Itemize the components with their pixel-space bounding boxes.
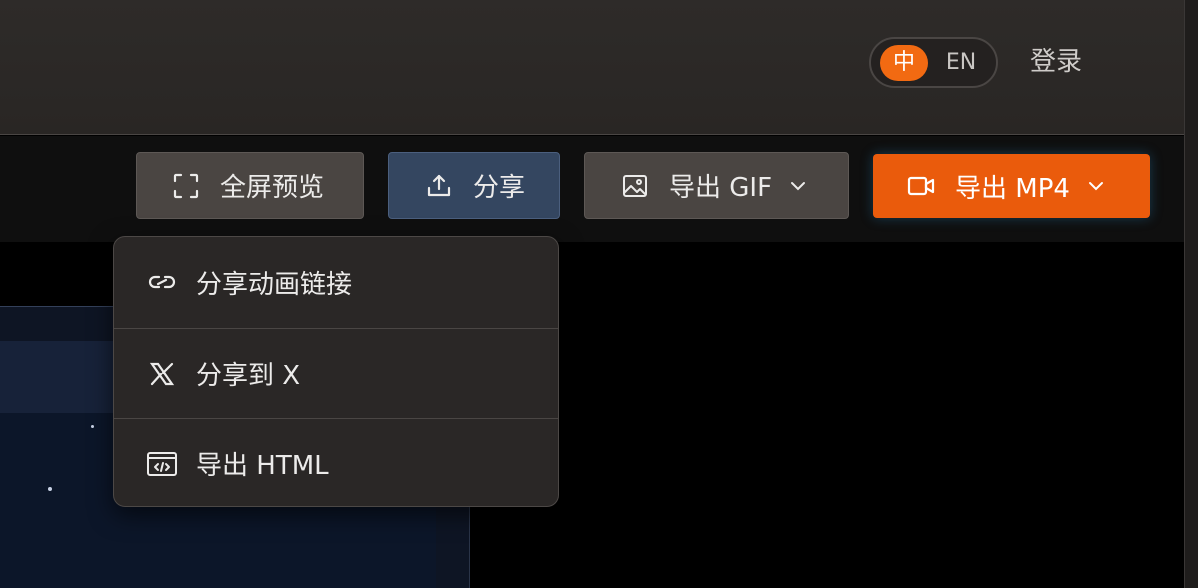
video-camera-icon xyxy=(907,172,935,200)
export-html-item[interactable]: 导出 HTML xyxy=(114,418,558,506)
fullscreen-icon xyxy=(172,172,200,200)
share-button[interactable]: 分享 xyxy=(388,152,560,219)
star-dot xyxy=(48,487,52,491)
share-to-x-label: 分享到 X xyxy=(196,361,301,391)
fullscreen-label: 全屏预览 xyxy=(220,173,325,203)
export-html-label: 导出 HTML xyxy=(196,451,329,481)
export-gif-button[interactable]: 导出 GIF xyxy=(584,152,849,219)
scrollbar[interactable] xyxy=(1184,0,1198,588)
lang-zh-option[interactable]: 中 xyxy=(880,45,928,81)
image-icon xyxy=(621,172,649,200)
language-toggle[interactable]: 中 EN xyxy=(869,37,998,88)
code-window-icon xyxy=(146,448,178,480)
fullscreen-preview-button[interactable]: 全屏预览 xyxy=(136,152,364,219)
export-gif-label: 导出 GIF xyxy=(669,173,773,203)
export-mp4-button[interactable]: 导出 MP4 xyxy=(873,154,1150,218)
upload-share-icon xyxy=(425,172,453,200)
share-to-x-item[interactable]: 分享到 X xyxy=(114,328,558,418)
lang-en-option[interactable]: EN xyxy=(937,45,985,81)
share-animation-link-label: 分享动画链接 xyxy=(196,269,353,300)
share-label: 分享 xyxy=(473,173,526,203)
chevron-down-icon xyxy=(790,181,806,191)
login-link[interactable]: 登录 xyxy=(1030,44,1082,80)
star-dot xyxy=(91,425,94,428)
share-dropdown-menu: 分享动画链接 分享到 X 导出 HTML xyxy=(113,236,559,507)
top-header xyxy=(0,0,1184,135)
share-animation-link-item[interactable]: 分享动画链接 xyxy=(114,237,558,327)
link-icon xyxy=(146,266,178,298)
x-logo-icon xyxy=(146,358,178,390)
chevron-down-icon xyxy=(1088,181,1104,191)
export-mp4-label: 导出 MP4 xyxy=(955,173,1070,204)
